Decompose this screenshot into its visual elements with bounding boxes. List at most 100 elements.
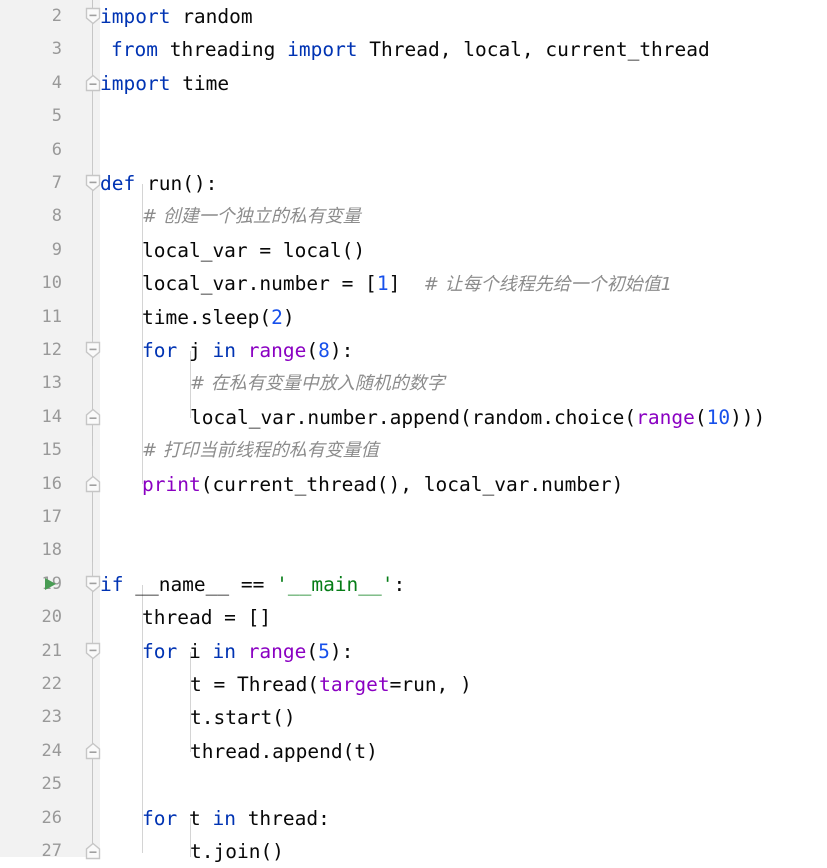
line-number: 2 [51,6,62,26]
fold-start-icon[interactable] [85,341,101,359]
line-number: 23 [41,707,62,728]
fold-start-icon[interactable] [85,7,101,25]
token-code: local_var.number = [ [142,272,377,296]
token-punct: ( [306,339,319,362]
fold-start-icon[interactable] [85,174,101,192]
token-keyword: for [142,639,178,663]
fold-start-icon[interactable] [85,575,101,593]
token-builtin: range [235,639,307,663]
line-number: 15 [41,440,62,461]
line-number: 18 [41,540,62,561]
token-code: t.start() [190,706,296,730]
line-number: 6 [51,139,62,160]
token-code: thread.append(t) [190,739,378,763]
token-comment: # 让每个线程先给一个初始值1 [423,274,673,296]
token-punct: ))) [730,405,766,429]
token-keyword-argument: target [319,673,390,696]
token-punct: ( [306,639,319,663]
line-number: 9 [51,239,62,260]
token-keyword: in [212,339,236,362]
code-line-12[interactable]: for j in range(8): [142,334,353,367]
code-line-15[interactable]: # 打印当前线程的私有变量值 [142,434,379,467]
token-names: Thread, local, current_thread [357,38,710,62]
token-module: random [170,5,253,28]
code-line-19[interactable]: if __name__ == '__main__': [100,568,405,601]
token-number: 2 [271,305,283,329]
token-code: __name__ == [123,572,277,596]
line-number: 20 [41,607,62,628]
token-module: time [170,71,230,95]
fold-end-icon[interactable] [85,842,101,860]
token-keyword: import [287,38,358,62]
token-keyword: from [111,38,158,62]
code-line-13[interactable]: # 在私有变量中放入随机的数字 [190,367,445,400]
line-number: 5 [51,106,62,127]
token-variable: t [177,806,213,830]
token-comment: # 打印当前线程的私有变量值 [142,440,379,462]
line-number: 21 [41,640,62,661]
line-number: 8 [51,206,62,227]
fold-end-icon[interactable] [85,742,101,760]
token-keyword: import [100,71,171,95]
token-string: '__main__' [276,572,394,596]
token-number: 1 [376,272,389,296]
code-line-3[interactable]: from threading import Thread, local, cur… [111,33,710,66]
line-number: 22 [41,674,62,694]
token-punct: ): [329,639,354,663]
token-code: =run, ) [389,673,472,696]
code-line-11[interactable]: time.sleep(2) [142,301,295,334]
code-line-24[interactable]: thread.append(t) [190,735,378,768]
token-module: threading [157,38,288,62]
play-triangle-icon[interactable] [45,578,56,590]
token-code: thread: [235,806,330,830]
code-content[interactable]: import random from threading import Thre… [100,0,827,863]
line-number: 25 [41,774,62,795]
fold-end-icon[interactable] [85,408,101,426]
token-number: 8 [318,339,330,362]
code-line-14[interactable]: local_var.number.append(random.choice(ra… [190,401,765,434]
code-line-2[interactable]: import random [100,0,253,33]
token-code: ) [282,305,295,329]
line-number: 10 [41,273,62,294]
fold-end-icon[interactable] [85,475,101,493]
token-code: (current_thread(), local_var.number) [200,472,624,496]
code-line-20[interactable]: thread = [] [142,601,271,634]
code-editor[interactable]: 2 3 4 5 6 7 8 9 10 11 12 13 14 15 16 17 … [0,0,827,863]
code-line-7[interactable]: def run(): [100,167,217,200]
code-line-4[interactable]: import time [100,67,229,100]
token-code: time.sleep( [142,305,272,329]
line-number: 16 [41,473,62,494]
token-punct: ): [329,339,354,362]
line-number: 26 [41,807,62,828]
token-number: 5 [318,639,330,663]
token-code: t = Thread( [190,673,320,696]
token-keyword: import [100,5,171,28]
code-line-26[interactable]: for t in thread: [142,802,330,835]
code-line-27[interactable]: t.join() [190,835,284,868]
code-line-9[interactable]: local_var = local() [142,234,365,267]
line-number: 13 [41,373,62,394]
token-keyword: for [142,339,178,362]
token-variable: i [177,639,213,663]
code-line-8[interactable]: # 创建一个独立的私有变量 [142,200,361,233]
fold-end-icon[interactable] [85,74,101,92]
token-comment: # 创建一个独立的私有变量 [142,206,361,228]
token-code: local_var.number.append(random.choice( [190,405,637,429]
code-line-23[interactable]: t.start() [190,701,296,734]
token-punct: ( [694,405,707,429]
token-keyword: in [212,806,236,830]
code-line-10[interactable]: local_var.number = [1] # 让每个线程先给一个初始值1 [142,267,672,300]
code-line-16[interactable]: print(current_thread(), local_var.number… [142,468,623,501]
token-code: local_var = local() [142,238,366,262]
token-code: ] [388,272,424,296]
token-variable: j [177,339,213,362]
fold-start-icon[interactable] [85,642,101,660]
token-code: t.join() [190,840,284,863]
line-number: 17 [41,507,62,527]
editor-gutter[interactable]: 2 3 4 5 6 7 8 9 10 11 12 13 14 15 16 17 … [0,0,101,861]
code-line-22[interactable]: t = Thread(target=run, ) [190,668,472,701]
token-comment: # 在私有变量中放入随机的数字 [190,373,445,395]
token-keyword: if [100,572,124,596]
token-function-name: run(): [135,172,218,195]
code-line-21[interactable]: for i in range(5): [142,635,353,668]
